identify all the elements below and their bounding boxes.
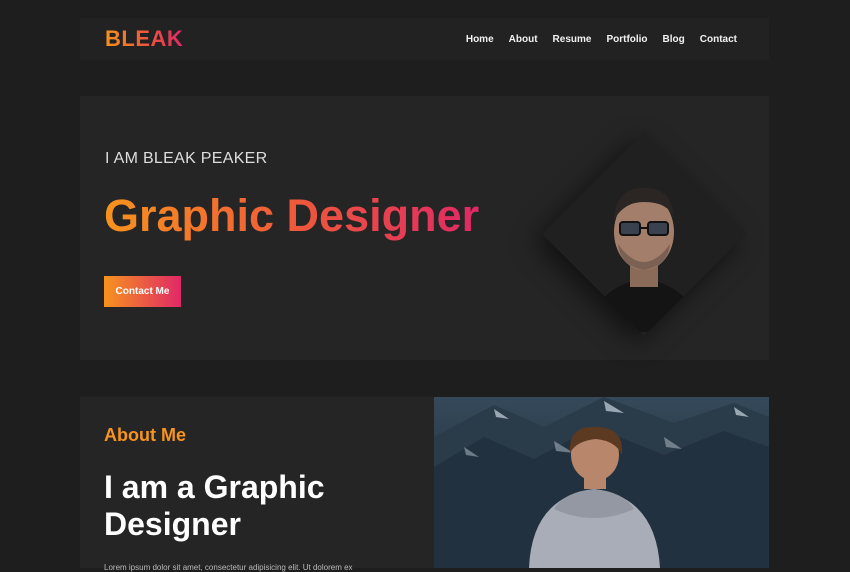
nav-blog[interactable]: Blog — [663, 34, 685, 45]
hero-intro: I AM BLEAK PEAKER — [105, 150, 268, 167]
hero-section: I AM BLEAK PEAKER Graphic Designer Conta… — [80, 96, 769, 360]
about-photo — [434, 397, 769, 568]
nav-portfolio[interactable]: Portfolio — [606, 34, 647, 45]
portrait-image — [542, 132, 746, 336]
about-section: About Me I am a Graphic Designer Lorem i… — [80, 397, 769, 572]
site-logo[interactable]: BLEAK — [105, 26, 183, 52]
nav-home[interactable]: Home — [466, 34, 494, 45]
portrait-frame — [542, 132, 746, 336]
about-kicker: About Me — [104, 425, 186, 445]
portrait-diamond — [542, 132, 746, 336]
nav-resume[interactable]: Resume — [553, 34, 592, 45]
mountain-person-image — [434, 397, 769, 568]
site-header: BLEAK Home About Resume Portfolio Blog C… — [80, 18, 769, 60]
nav-about[interactable]: About — [509, 34, 538, 45]
contact-me-button[interactable]: Contact Me — [104, 276, 181, 307]
hero-title: Graphic Designer — [104, 188, 479, 244]
main-nav: Home About Resume Portfolio Blog Contact — [466, 34, 737, 45]
about-title: I am a Graphic Designer — [104, 469, 325, 542]
nav-contact[interactable]: Contact — [700, 34, 737, 45]
